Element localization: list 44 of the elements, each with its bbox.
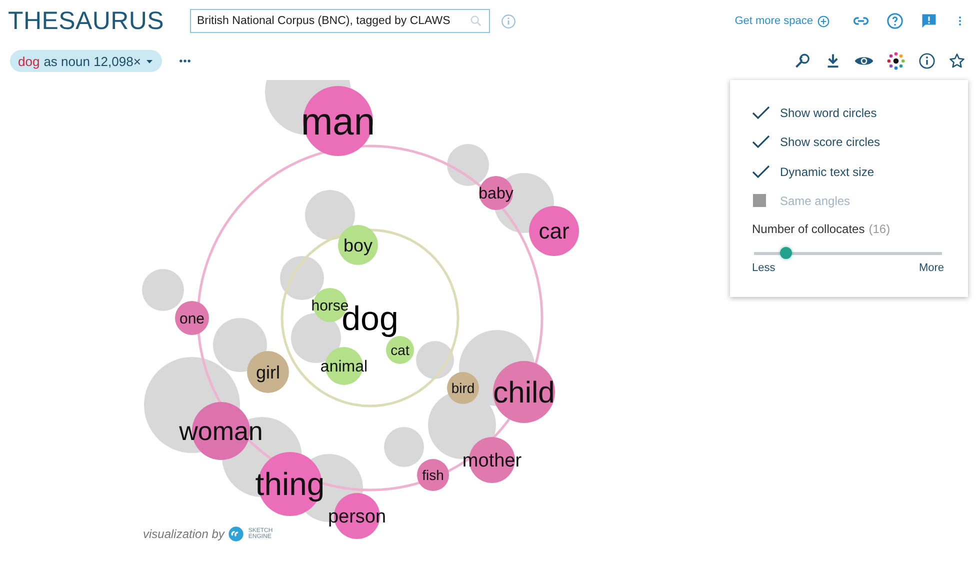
search-icon: [469, 14, 483, 28]
score-bubble: [447, 144, 489, 186]
color-dots-icon[interactable]: [886, 51, 906, 71]
word-label[interactable]: one: [179, 310, 205, 328]
word-label[interactable]: woman: [179, 416, 263, 446]
word-label[interactable]: car: [538, 218, 570, 244]
score-bubble: [142, 269, 184, 311]
slider-thumb[interactable]: [780, 247, 792, 259]
score-bubble: [305, 190, 355, 240]
logo-icon: [228, 526, 244, 542]
slider-label: Number of collocates: [752, 222, 865, 236]
word-label[interactable]: fish: [422, 466, 444, 483]
word-label[interactable]: baby: [478, 186, 514, 203]
word-label[interactable]: girl: [256, 362, 280, 382]
plus-icon: [817, 14, 830, 28]
score-bubble: [416, 341, 454, 379]
feedback-icon[interactable]: [920, 12, 938, 30]
slider-min-label: Less: [752, 262, 776, 274]
help-icon[interactable]: [886, 12, 904, 30]
app-title: THESAURUS: [8, 6, 164, 36]
info-icon[interactable]: [918, 52, 936, 70]
option-label: Show score circles: [780, 135, 880, 150]
zoom-reset-icon[interactable]: [794, 52, 812, 70]
check-icon[interactable]: [752, 135, 770, 150]
check-icon[interactable]: [752, 106, 770, 120]
collocate-count: (16): [868, 222, 890, 236]
word-label[interactable]: boy: [343, 235, 373, 256]
corpus-field[interactable]: British National Corpus (BNC), tagged by CLAWS: [190, 9, 490, 33]
slider-max-label: More: [918, 262, 944, 274]
attribution-text: visualization by: [143, 527, 224, 541]
score-bubble: [280, 256, 324, 300]
word-label[interactable]: child: [493, 376, 555, 410]
word-label[interactable]: man: [301, 101, 375, 144]
option-label: Show word circles: [780, 106, 877, 120]
option-label: Dynamic text size: [780, 164, 874, 179]
word-label[interactable]: thing: [255, 466, 325, 502]
query-chip[interactable]: dog as noun 12,098×: [10, 50, 162, 72]
word-label[interactable]: cat: [390, 342, 410, 358]
star-icon[interactable]: [948, 52, 966, 70]
more-space-link[interactable]: Get more space: [734, 14, 830, 28]
score-bubble: [384, 427, 424, 467]
option-label: Same angles: [780, 194, 850, 208]
word-label[interactable]: bird: [451, 380, 475, 396]
check-icon[interactable]: [752, 164, 770, 179]
